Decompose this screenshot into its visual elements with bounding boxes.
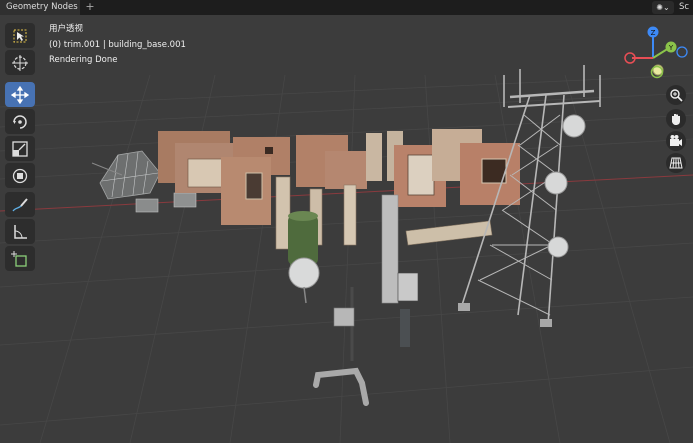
3d-viewport[interactable]: 用户透视 (0) trim.001 | building_base.001 Re… — [0, 15, 693, 443]
zoom-icon — [670, 89, 683, 102]
electrical-box-object — [397, 272, 419, 302]
rotate-tool[interactable] — [5, 109, 35, 134]
rotate-icon — [13, 114, 27, 129]
viewport-info: 用户透视 (0) trim.001 | building_base.001 Re… — [49, 22, 186, 69]
pipe-object — [313, 367, 369, 406]
scene-selector-button[interactable]: ✺⌄ — [652, 1, 674, 14]
scene-name[interactable]: Sc — [679, 0, 693, 15]
crate-object — [135, 198, 159, 213]
dish-object — [544, 171, 568, 195]
sign-box-object — [333, 307, 355, 327]
zoom-button[interactable] — [666, 85, 686, 105]
select-box-tool[interactable] — [5, 23, 35, 48]
hand-pan-icon — [672, 114, 680, 125]
add-workspace-button[interactable]: + — [84, 0, 96, 15]
workspace-tab-geometry-nodes[interactable]: Geometry Nodes — [0, 0, 80, 15]
satellite-dish-object — [288, 257, 320, 304]
greenhouse-object — [91, 150, 161, 200]
move-icon — [11, 85, 29, 104]
transform-icon — [12, 168, 28, 183]
move-tool[interactable] — [5, 82, 35, 107]
top-bar: Geometry Nodes + ✺⌄ Sc — [0, 0, 693, 15]
chevron-down-icon: ⌄ — [663, 3, 670, 12]
trim-pillar-object — [275, 176, 291, 250]
axis-y-label: Y — [668, 44, 674, 52]
active-object-label: (0) trim.001 | building_base.001 — [49, 39, 186, 50]
camera-icon — [670, 135, 682, 146]
transform-tool[interactable] — [5, 163, 35, 188]
scale-icon — [12, 140, 28, 157]
column-object — [381, 194, 399, 304]
cursor-tool[interactable] — [5, 50, 35, 75]
navigation-gizmo[interactable]: Z Y — [616, 20, 692, 95]
add-cube-tool[interactable] — [5, 246, 35, 271]
add-cube-icon — [11, 250, 27, 267]
scale-tool[interactable] — [5, 136, 35, 161]
annotate-tool[interactable] — [5, 192, 35, 217]
axis-neg-x-icon — [676, 46, 688, 58]
trim-pillar-object — [343, 184, 357, 246]
perspective-toggle-button[interactable] — [666, 153, 686, 173]
annotate-icon — [12, 197, 28, 211]
dish-object — [562, 114, 586, 138]
measure-icon — [14, 224, 27, 239]
ledge-trim-object — [405, 220, 493, 246]
render-status-label: Rendering Done — [49, 55, 118, 65]
camera-view-button[interactable] — [666, 131, 686, 151]
select-box-icon — [13, 29, 27, 42]
scene-icon: ✺ — [656, 3, 663, 12]
grid-view-icon — [669, 157, 683, 169]
view-name-label: 用户透视 — [49, 24, 84, 34]
panel-object — [400, 309, 410, 347]
brick-wall-panels — [158, 129, 520, 225]
measure-tool[interactable] — [5, 219, 35, 244]
pan-button[interactable] — [666, 109, 686, 129]
crate-object — [173, 192, 197, 208]
dish-object — [547, 236, 569, 258]
scene-objects[interactable] — [0, 15, 693, 443]
axis-z-label: Z — [651, 29, 656, 37]
cursor-icon — [12, 54, 28, 71]
